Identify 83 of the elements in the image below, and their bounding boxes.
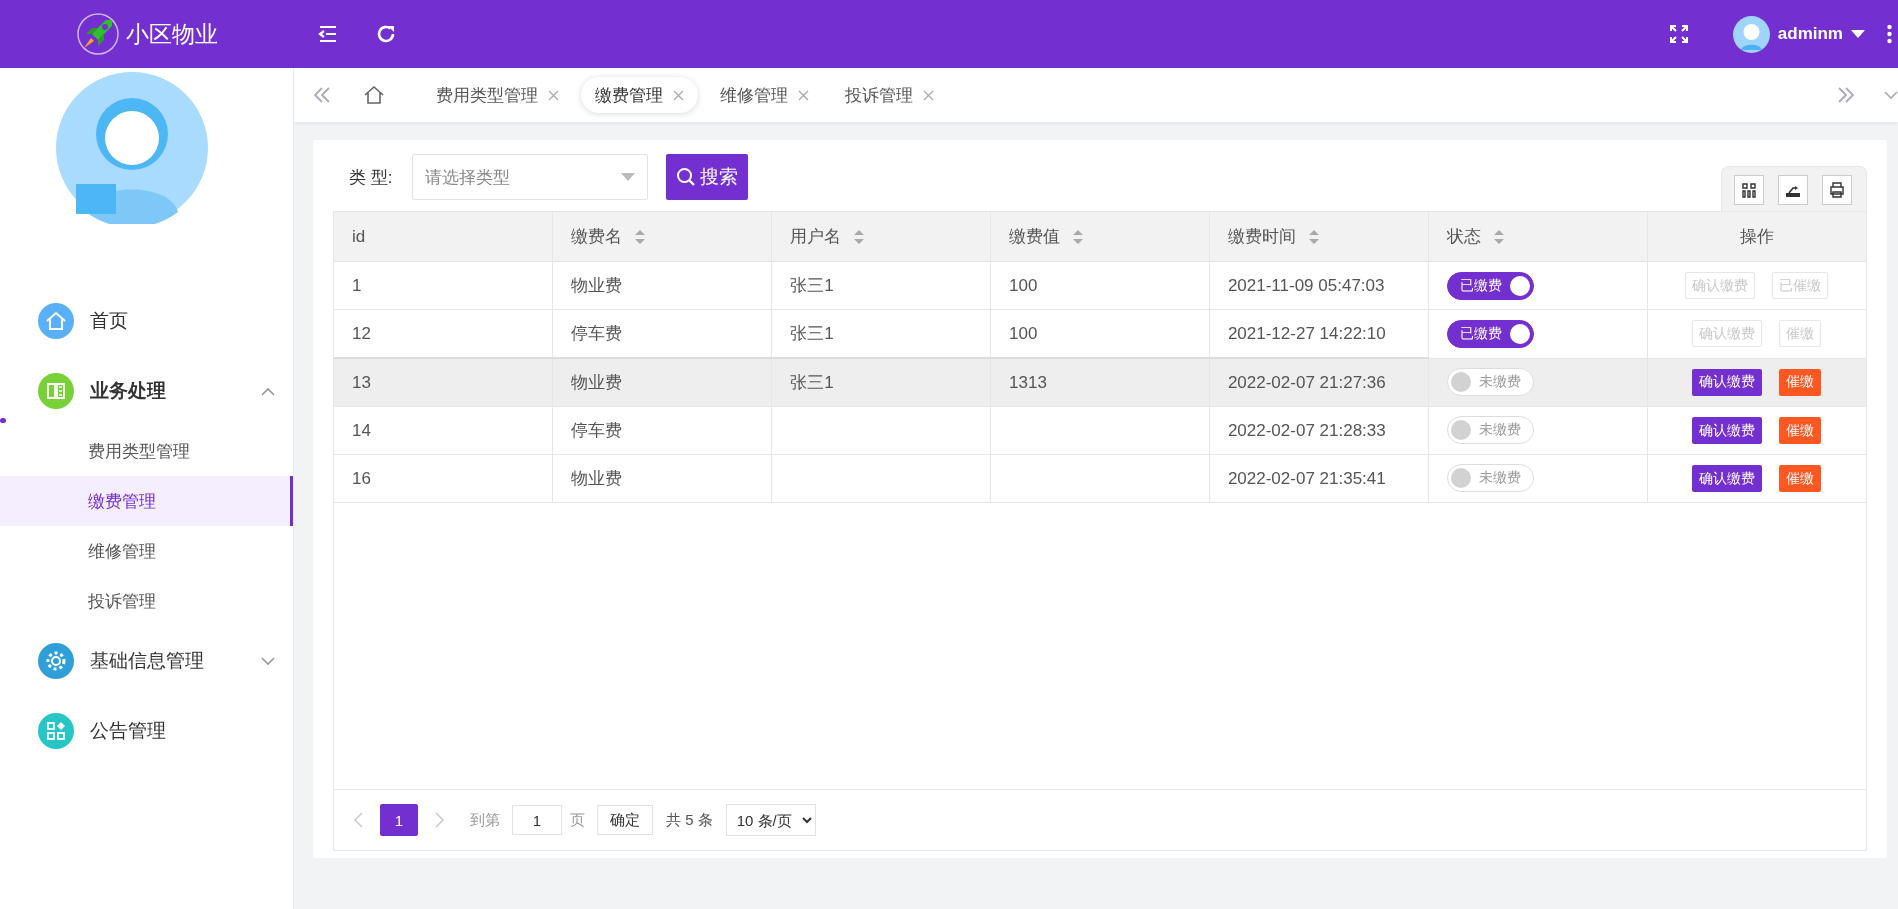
submenu-item[interactable]: 投诉管理 bbox=[0, 576, 293, 626]
goto-label: 到第 bbox=[470, 810, 500, 830]
rocket-logo bbox=[76, 12, 120, 56]
sort-icon[interactable] bbox=[1072, 228, 1085, 245]
column-header: id bbox=[334, 212, 553, 262]
submenu-item[interactable]: 维修管理 bbox=[0, 526, 293, 576]
table-row[interactable]: 13 物业费 张三1 1313 2022-02-07 21:27:36 未缴费 确认缴费 催缴 bbox=[334, 358, 1866, 407]
close-icon[interactable] bbox=[923, 89, 934, 101]
table-cell: 100 bbox=[990, 309, 1210, 358]
menu-item[interactable]: 基础信息管理 bbox=[0, 626, 293, 696]
search-button[interactable]: 搜索 bbox=[666, 154, 749, 200]
table-cell: 2021-12-27 14:22:10 bbox=[1209, 309, 1429, 358]
close-icon[interactable] bbox=[798, 89, 809, 101]
tab[interactable]: 费用类型管理 bbox=[422, 77, 573, 113]
sort-icon[interactable] bbox=[634, 228, 647, 245]
chevron-left-icon[interactable] bbox=[352, 811, 364, 829]
column-header[interactable]: 状态 bbox=[1428, 212, 1648, 262]
fullscreen-icon[interactable] bbox=[1668, 24, 1689, 44]
confirm-button[interactable]: 确认缴费 bbox=[1692, 417, 1763, 444]
tab[interactable]: 维修管理 bbox=[706, 77, 823, 113]
total-count: 共 5 条 bbox=[666, 810, 713, 830]
more-icon[interactable] bbox=[1887, 24, 1892, 44]
columns-icon bbox=[1740, 181, 1758, 199]
app-title: 小区物业 bbox=[126, 19, 218, 49]
caret-icon bbox=[1851, 30, 1865, 38]
table-row[interactable]: 16 物业费 2022-02-07 21:35:41 未缴费 确认缴费 催缴 bbox=[334, 454, 1866, 503]
table-cell: 2021-11-09 05:47:03 bbox=[1209, 261, 1429, 310]
table-cell: 16 bbox=[334, 454, 553, 503]
column-header[interactable]: 用户名 bbox=[771, 212, 991, 262]
column-header: 操作 bbox=[1647, 212, 1866, 262]
table-cell: 停车费 bbox=[552, 406, 772, 455]
toolbar-button[interactable] bbox=[1778, 175, 1808, 205]
search-icon bbox=[676, 167, 697, 187]
column-header[interactable]: 缴费名 bbox=[552, 212, 772, 262]
sort-icon[interactable] bbox=[1307, 228, 1320, 245]
close-icon[interactable] bbox=[673, 89, 684, 101]
table-cell: 14 bbox=[334, 406, 553, 455]
chevron-down-icon[interactable] bbox=[1884, 90, 1898, 100]
menu-item[interactable]: 业务处理 bbox=[0, 356, 293, 426]
toolbar-button[interactable] bbox=[1734, 175, 1764, 205]
confirm-button[interactable]: 确认缴费 bbox=[1692, 465, 1763, 492]
toolbar-button[interactable] bbox=[1822, 175, 1852, 205]
submenu-item[interactable]: 缴费管理 bbox=[0, 476, 293, 526]
table-row[interactable]: 14 停车费 2022-02-07 21:28:33 未缴费 确认缴费 催缴 bbox=[334, 406, 1866, 455]
menu-item[interactable]: 首页 bbox=[0, 286, 293, 356]
confirm-button[interactable]: 确定 bbox=[597, 805, 653, 835]
page-button[interactable]: 1 bbox=[380, 804, 418, 836]
table-cell: 1 bbox=[334, 261, 553, 310]
caret-icon bbox=[621, 173, 636, 181]
scroll-indicator bbox=[0, 418, 6, 423]
page-unit-label: 页 bbox=[570, 810, 585, 830]
filter-label: 类 型: bbox=[349, 166, 393, 189]
chevron-right-icon[interactable] bbox=[434, 811, 446, 829]
user-menu[interactable]: adminm bbox=[1732, 15, 1865, 53]
status-toggle[interactable]: 已缴费 bbox=[1446, 319, 1534, 348]
table-cell: 张三1 bbox=[771, 309, 991, 358]
tab[interactable]: 投诉管理 bbox=[831, 77, 948, 113]
menu-item[interactable]: 公告管理 bbox=[0, 696, 293, 766]
sort-icon[interactable] bbox=[853, 228, 866, 245]
avatar bbox=[1732, 15, 1770, 53]
tab[interactable]: 缴费管理 bbox=[581, 77, 698, 113]
table-cell: 12 bbox=[334, 309, 553, 358]
submenu-item[interactable]: 费用类型管理 bbox=[0, 426, 293, 476]
type-select[interactable]: 请选择类型 bbox=[412, 154, 649, 200]
double-chevron-right-icon[interactable] bbox=[1836, 85, 1856, 105]
close-icon[interactable] bbox=[548, 89, 559, 101]
table-cell: 停车费 bbox=[552, 309, 772, 358]
table-cell: 物业费 bbox=[552, 261, 772, 310]
page-size-select[interactable]: 10 条/页 bbox=[725, 804, 816, 836]
table-cell: 物业费 bbox=[552, 454, 772, 503]
page-input[interactable]: 1 bbox=[512, 805, 562, 835]
sort-icon[interactable] bbox=[1492, 228, 1505, 245]
table-cell: 2022-02-07 21:35:41 bbox=[1209, 454, 1429, 503]
status-toggle[interactable]: 已缴费 bbox=[1446, 271, 1534, 300]
table-cell: 2022-02-07 21:28:33 bbox=[1209, 406, 1429, 455]
table-cell: 张三1 bbox=[771, 261, 991, 310]
column-header[interactable]: 缴费值 bbox=[990, 212, 1210, 262]
home-icon[interactable] bbox=[362, 83, 386, 107]
print-icon bbox=[1828, 181, 1846, 199]
double-chevron-left-icon[interactable] bbox=[312, 85, 332, 105]
confirm-button[interactable]: 确认缴费 bbox=[1692, 368, 1763, 396]
table-cell: 100 bbox=[990, 261, 1210, 310]
column-header[interactable]: 缴费时间 bbox=[1209, 212, 1429, 262]
